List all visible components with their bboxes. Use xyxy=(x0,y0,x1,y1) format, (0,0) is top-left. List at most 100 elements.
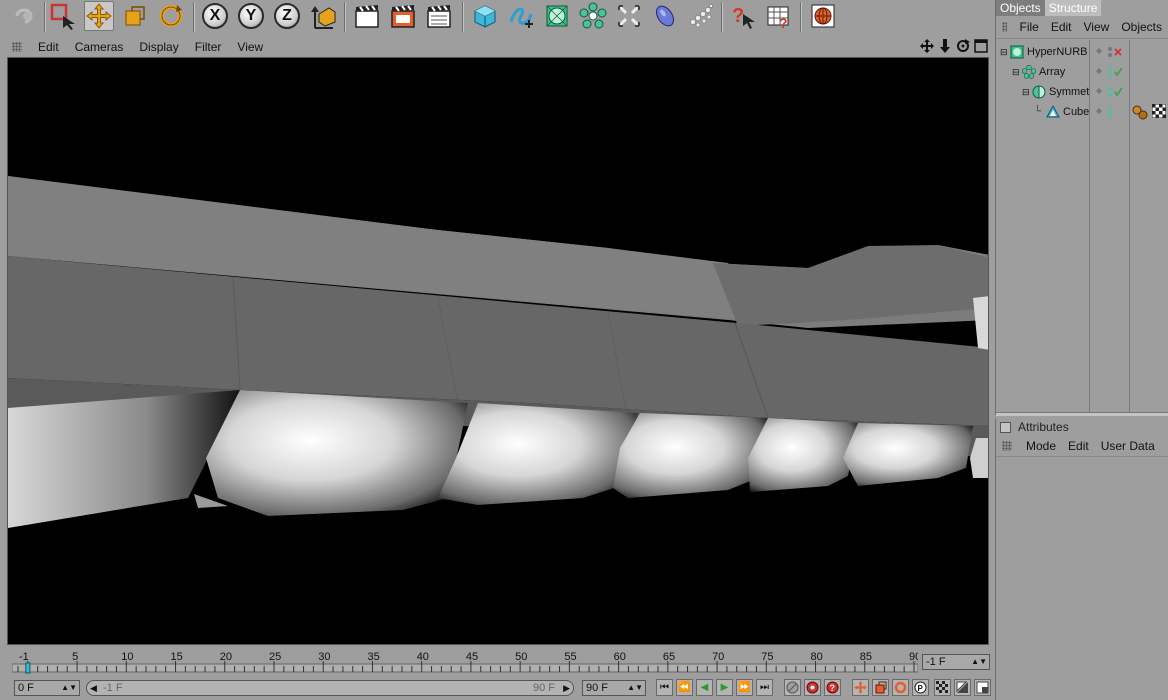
web-browser-button[interactable] xyxy=(808,1,838,31)
panel-grip-icon[interactable] xyxy=(1002,22,1008,32)
visibility-dots-icon xyxy=(1096,67,1123,77)
key-position-button[interactable] xyxy=(852,679,869,696)
timeline-ruler[interactable]: -1 5 10 15 20 25 30 35 40 45 50 55 60 65 70 75 80 85 90 xyxy=(11,650,921,674)
next-frame-button[interactable]: ⏩ xyxy=(736,679,753,696)
end-frame-field[interactable]: -1 F ▲▼ xyxy=(922,654,990,670)
spline-pen-button[interactable] xyxy=(506,1,536,31)
timeline-playhead[interactable] xyxy=(25,662,31,674)
panel-grip-icon[interactable] xyxy=(1002,441,1012,451)
3d-viewport[interactable] xyxy=(7,57,989,645)
play-forward-button[interactable]: ▶ xyxy=(716,679,733,696)
y-axis-button[interactable]: Y xyxy=(236,1,266,31)
cube-icon xyxy=(1046,105,1060,118)
timeline-ticks: -1 5 10 15 20 25 30 35 40 45 50 55 60 65 70 75 80 85 90 xyxy=(11,651,921,674)
timeline-window-button[interactable] xyxy=(954,679,971,696)
go-end-button[interactable]: ⏭ xyxy=(756,679,773,696)
tree-branch-icon: └ xyxy=(1034,106,1042,117)
visibility-toggles-symmetry[interactable] xyxy=(1096,86,1126,103)
object-row-hypernurbs[interactable]: ⊟ HyperNURB xyxy=(1000,44,1088,60)
live-selection-icon xyxy=(50,3,75,30)
timeline-tick-label: 45 xyxy=(466,651,478,663)
attributes-title: Attributes xyxy=(1018,420,1069,434)
objects-menu-file[interactable]: File xyxy=(1013,20,1044,34)
autokey-button[interactable] xyxy=(804,679,821,696)
deformer-icon xyxy=(617,4,641,28)
collapse-icon[interactable]: ⊟ xyxy=(1012,64,1022,80)
object-row-array[interactable]: ⊟ Array xyxy=(1012,64,1065,80)
viewport-menu-view[interactable]: View xyxy=(229,40,271,54)
visibility-toggles-hypernurbs[interactable] xyxy=(1096,46,1126,63)
go-start-icon: ⏮ xyxy=(660,682,669,693)
pan-icon[interactable] xyxy=(920,39,934,53)
x-axis-button[interactable]: X xyxy=(200,1,230,31)
dolly-icon[interactable] xyxy=(938,39,952,53)
key-parameter-button[interactable]: P xyxy=(912,679,929,696)
attributes-checkbox[interactable] xyxy=(1000,421,1011,433)
layout-toggle-button[interactable] xyxy=(974,679,991,696)
current-frame-field[interactable]: 0 F ▲▼ xyxy=(14,680,80,696)
collapse-icon[interactable]: ⊟ xyxy=(1022,84,1032,100)
timeline-button[interactable]: ? xyxy=(764,1,794,31)
end-frame-value: -1 F xyxy=(926,656,946,668)
rotate-button[interactable] xyxy=(156,1,186,31)
cube-primitive-button[interactable] xyxy=(470,1,500,31)
material-tag-icon[interactable] xyxy=(1132,104,1148,120)
particles-button[interactable] xyxy=(686,1,716,31)
timeline-tick-label: 25 xyxy=(269,651,281,663)
panel-grip-icon[interactable] xyxy=(12,42,22,52)
undo-button[interactable] xyxy=(10,1,40,31)
collapse-icon[interactable]: ⊟ xyxy=(1000,44,1010,60)
slider-left-arrow-icon[interactable]: ◀ xyxy=(90,681,97,695)
key-pla-button[interactable] xyxy=(934,679,951,696)
objects-menu-view[interactable]: View xyxy=(1078,20,1116,34)
play-backward-button[interactable]: ◀ xyxy=(696,679,713,696)
viewport-menu-display[interactable]: Display xyxy=(131,40,186,54)
visibility-toggles-cube[interactable] xyxy=(1096,106,1126,123)
viewport-menu-filter[interactable]: Filter xyxy=(187,40,230,54)
record-button[interactable] xyxy=(784,679,801,696)
object-row-symmetry[interactable]: ⊟ Symmet xyxy=(1022,84,1089,100)
subdivision-surface-button[interactable] xyxy=(542,1,572,31)
tab-objects[interactable]: Objects xyxy=(996,0,1045,16)
checker-tag-icon[interactable] xyxy=(1152,104,1166,118)
render-settings-button[interactable] xyxy=(424,1,454,31)
array-generator-button[interactable] xyxy=(578,1,608,31)
visibility-toggles-array[interactable] xyxy=(1096,66,1126,83)
render-view-button[interactable] xyxy=(352,1,382,31)
max-frame-field[interactable]: 90 F ▲▼ xyxy=(582,680,646,696)
live-selection-button[interactable] xyxy=(48,1,78,31)
scale-button[interactable] xyxy=(120,1,150,31)
slider-right-arrow-icon[interactable]: ▶ xyxy=(563,681,570,695)
orbit-icon[interactable] xyxy=(956,39,970,53)
prev-frame-button[interactable]: ⏪ xyxy=(676,679,693,696)
attributes-menu-mode[interactable]: Mode xyxy=(1020,439,1062,453)
viewport-render xyxy=(8,58,988,644)
timeline-tick-label: 10 xyxy=(121,651,133,663)
help-button[interactable]: ? xyxy=(728,1,758,31)
object-name: Cube xyxy=(1063,106,1090,118)
objects-menu-bar: File Edit View Objects xyxy=(996,16,1168,39)
z-axis-button[interactable]: Z xyxy=(272,1,302,31)
deformer-button[interactable] xyxy=(614,1,644,31)
maximize-icon[interactable] xyxy=(974,39,988,53)
go-start-button[interactable]: ⏮ xyxy=(656,679,673,696)
frame-range-slider[interactable]: ◀ -1 F 90 F ▶ xyxy=(86,680,574,696)
viewport-menu-edit[interactable]: Edit xyxy=(30,40,67,54)
objects-menu-edit[interactable]: Edit xyxy=(1045,20,1078,34)
visibility-dots-icon xyxy=(1096,107,1112,117)
object-row-cube[interactable]: └ Cube xyxy=(1034,104,1089,120)
key-scale-button[interactable] xyxy=(872,679,889,696)
attributes-menu-user-data[interactable]: User Data xyxy=(1095,439,1161,453)
scene-object-button[interactable] xyxy=(650,1,680,31)
objects-menu-objects[interactable]: Objects xyxy=(1115,20,1168,34)
viewport-menu-cameras[interactable]: Cameras xyxy=(67,40,132,54)
array-icon xyxy=(1022,65,1036,79)
svg-text:?: ? xyxy=(779,15,788,30)
attributes-menu-edit[interactable]: Edit xyxy=(1062,439,1095,453)
keyframe-selection-button[interactable]: ? xyxy=(824,679,841,696)
tab-structure[interactable]: Structure xyxy=(1044,0,1102,16)
coordinate-system-button[interactable] xyxy=(308,1,338,31)
move-button[interactable] xyxy=(84,1,114,31)
key-rotation-button[interactable] xyxy=(892,679,909,696)
render-picture-viewer-button[interactable] xyxy=(388,1,418,31)
